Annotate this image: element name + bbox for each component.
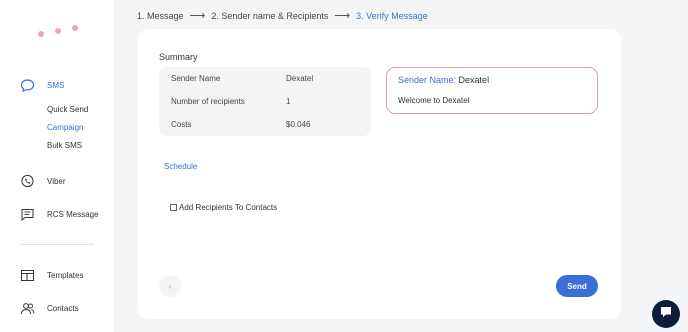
chat-icon: [659, 305, 673, 324]
sidebar-item-label: Viber: [47, 177, 66, 186]
message-preview: Sender Name: Dexatel Welcome to Dexatel: [386, 67, 598, 114]
sidebar-item-label: SMS: [47, 81, 65, 90]
arrow-right-icon: ⟶: [334, 10, 351, 22]
preview-sender-label: Sender Name:: [398, 75, 457, 85]
sidebar-subitem-campaign[interactable]: Campaign: [47, 123, 83, 132]
layout-icon: [20, 268, 35, 283]
breadcrumb-step-verify: 3. Verify Message: [356, 10, 428, 21]
sidebar-item-contacts[interactable]: Contacts: [20, 301, 79, 316]
sidebar-item-label: RCS Message: [47, 210, 99, 219]
breadcrumb-step-sender[interactable]: 2. Sender name & Recipients: [211, 11, 328, 21]
add-recipients-option[interactable]: Add Recipients To Contacts: [170, 203, 277, 212]
sidebar-item-sms[interactable]: SMS: [20, 78, 64, 93]
chat-bubble-icon: [20, 78, 35, 93]
sidebar-item-label: Contacts: [47, 304, 79, 313]
sidebar-divider: [20, 244, 94, 245]
message-lines-icon: [20, 207, 35, 222]
summary-label-costs: Costs: [171, 120, 192, 129]
summary-value-recipients: 1: [286, 97, 291, 106]
sidebar-item-label: Templates: [47, 271, 84, 280]
summary-table: Sender Name Dexatel Number of recipients…: [159, 67, 371, 136]
sidebar: SMS Quick Send Campaign Bulk SMS Viber R…: [0, 0, 114, 332]
sidebar-item-viber[interactable]: Viber: [20, 174, 66, 189]
breadcrumb-step-message[interactable]: 1. Message: [137, 11, 184, 21]
summary-label-sender-name: Sender Name: [171, 74, 221, 83]
preview-sender-value: Dexatel: [458, 75, 490, 85]
preview-message: Welcome to Dexatel: [398, 96, 470, 105]
summary-value-sender-name: Dexatel: [286, 74, 314, 83]
sidebar-subitem-quick-send[interactable]: Quick Send: [47, 105, 88, 114]
users-icon: [20, 301, 35, 316]
logo: [38, 25, 82, 39]
add-recipients-checkbox[interactable]: [170, 204, 177, 211]
sidebar-item-templates[interactable]: Templates: [20, 268, 83, 283]
sidebar-item-rcs-message[interactable]: RCS Message: [20, 207, 99, 222]
chevron-left-icon: ‹: [168, 281, 172, 291]
phone-bubble-icon: [20, 174, 35, 189]
arrow-right-icon: ⟶: [189, 10, 206, 22]
preview-sender: Sender Name: Dexatel: [398, 75, 489, 85]
schedule-link[interactable]: Schedule: [164, 162, 197, 171]
chat-support-button[interactable]: [652, 300, 680, 328]
back-button[interactable]: ‹: [159, 275, 181, 297]
breadcrumb: 1. Message ⟶ 2. Sender name & Recipients…: [137, 9, 428, 22]
send-button[interactable]: Send: [556, 275, 598, 297]
sidebar-subitem-bulk-sms[interactable]: Bulk SMS: [47, 141, 82, 150]
summary-label-recipients: Number of recipients: [171, 97, 245, 106]
verify-card: Summary Sender Name Dexatel Number of re…: [138, 29, 621, 319]
add-recipients-label: Add Recipients To Contacts: [179, 203, 278, 212]
summary-title: Summary: [159, 52, 198, 62]
summary-value-costs: $0.046: [286, 120, 311, 129]
